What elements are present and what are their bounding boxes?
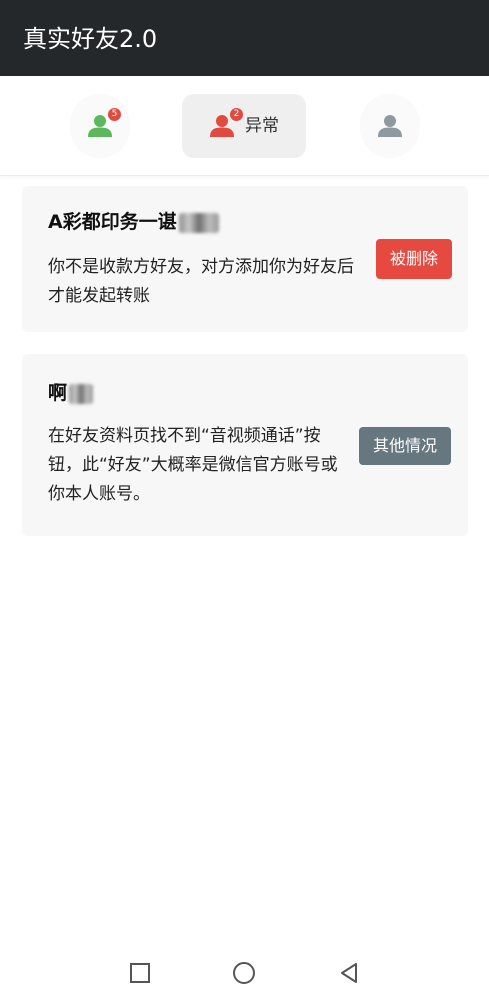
triangle-back-icon[interactable] xyxy=(337,961,361,985)
status-deleted-button[interactable]: 被删除 xyxy=(376,239,452,279)
tab-abnormal-friends[interactable]: 2 异常 xyxy=(182,94,306,158)
tab-normal-friends[interactable]: 5 xyxy=(70,94,130,158)
friend-name-text: A彩都印务一谌 xyxy=(48,211,177,233)
app-title: 真实好友2.0 xyxy=(23,25,158,53)
system-nav-bar xyxy=(0,944,489,1000)
friend-status-message: 在好友资料页找不到“音视频通话”按钮，此“好友”大概率是微信官方账号或你本人账号… xyxy=(48,426,338,504)
tab-bar: 5 2 异常 xyxy=(0,76,489,176)
friend-name: 啊 xyxy=(48,380,94,406)
user-icon xyxy=(377,114,403,138)
status-other-button[interactable]: 其他情况 xyxy=(359,427,451,465)
mosaic-redaction xyxy=(69,383,94,404)
badge-normal-count: 5 xyxy=(108,108,121,121)
user-icon: 2 xyxy=(209,108,243,138)
friend-name-text: 啊 xyxy=(48,382,68,404)
square-icon[interactable] xyxy=(128,961,152,985)
friend-name: A彩都印务一谌 xyxy=(48,209,219,235)
badge-abnormal-count: 2 xyxy=(230,108,243,121)
tab-profile[interactable] xyxy=(360,94,420,158)
user-icon: 5 xyxy=(87,108,121,138)
title-bar: 真实好友2.0 xyxy=(0,0,489,76)
mosaic-redaction xyxy=(178,212,219,233)
friend-status-message: 你不是收款方好友，对方添加你为好友后才能发起转账 xyxy=(48,257,354,306)
friend-card[interactable]: A彩都印务一谌 你不是收款方好友，对方添加你为好友后才能发起转账 被删除 xyxy=(22,186,468,332)
tab-abnormal-label: 异常 xyxy=(245,116,279,136)
friend-card[interactable]: 啊 在好友资料页找不到“音视频通话”按钮，此“好友”大概率是微信官方账号或你本人… xyxy=(22,354,468,536)
circle-icon[interactable] xyxy=(232,961,256,985)
